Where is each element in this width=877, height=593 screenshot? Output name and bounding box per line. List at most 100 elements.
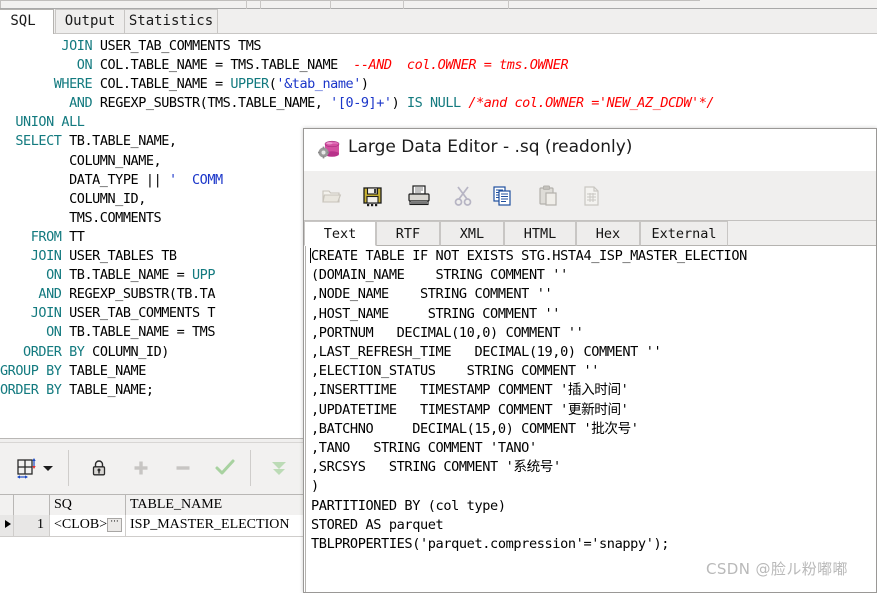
dialog-toolbar — [304, 171, 876, 221]
sql-token: USER_TAB_COMMENTS T — [61, 305, 215, 322]
dialog-titlebar[interactable]: Large Data Editor - .sq (readonly) — [304, 129, 876, 171]
sql-token: UPPER — [230, 76, 269, 93]
sql-token: TT — [61, 228, 85, 245]
sql-token: JOIN — [30, 305, 62, 322]
open-folder-icon — [318, 182, 346, 210]
sql-token: ' COMM — [168, 171, 223, 188]
tab-sql-label: SQL — [10, 13, 36, 29]
sql-token: JOIN — [61, 38, 93, 54]
dialog-tabbar: Text RTF XML HTML Hex External — [304, 221, 876, 246]
sql-token: TABLE_NAME; — [61, 381, 154, 398]
tab-sql[interactable]: SQL — [0, 9, 54, 34]
tab-external-label: External — [651, 226, 717, 242]
sql-token: GROUP BY — [0, 362, 62, 379]
sql-token: || — [145, 171, 162, 188]
plus-icon — [124, 451, 158, 485]
sql-token: UNION ALL — [15, 114, 85, 131]
sql-token: TMS.COMMENTS — [0, 209, 162, 226]
tab-hex[interactable]: Hex — [576, 221, 640, 246]
tab-text[interactable]: Text — [304, 221, 376, 246]
grid-header-table-name[interactable]: TABLE_NAME — [126, 495, 304, 515]
minus-icon — [166, 451, 200, 485]
tab-rtf-label: RTF — [395, 226, 421, 242]
toolbar-separator — [508, 0, 509, 9]
current-row-arrow-icon — [5, 520, 11, 528]
toolbar-separator — [250, 450, 251, 486]
sql-token: UPP — [191, 267, 216, 284]
tab-statistics-label: Statistics — [128, 13, 214, 29]
sql-token: ) — [360, 76, 369, 93]
tab-rtf[interactable]: RTF — [376, 221, 440, 246]
clipboard-icon — [534, 182, 562, 210]
scissors-icon — [449, 182, 477, 210]
sql-token: ON — [46, 324, 62, 341]
tab-text-label: Text — [323, 226, 357, 242]
sql-token: ORDER BY — [0, 381, 62, 398]
cell-expand-button[interactable]: ··· — [107, 518, 122, 532]
tab-html[interactable]: HTML — [504, 221, 576, 246]
editor-tabbar: SQL Output Statistics — [0, 9, 877, 34]
dialog-title: Large Data Editor - .sq (readonly) — [348, 137, 633, 157]
toolbar-separator — [403, 0, 404, 9]
save-floppy-icon[interactable] — [359, 182, 387, 210]
sql-token: ) — [391, 95, 407, 112]
sql-token: COLUMN_NAME, — [0, 152, 162, 169]
tab-statistics[interactable]: Statistics — [124, 9, 218, 34]
tab-hex-label: Hex — [595, 226, 621, 242]
row-number-cell: 1 — [14, 515, 50, 536]
printer-icon[interactable] — [405, 182, 433, 210]
toolbar-separator — [330, 0, 331, 9]
cell-sq[interactable]: <CLOB> ··· — [50, 515, 126, 536]
tab-output[interactable]: Output — [55, 9, 125, 34]
sql-token: USER_TABLES TB — [61, 248, 177, 265]
cell-sq-value: <CLOB> — [54, 517, 108, 532]
cell-table-name[interactable]: ISP_MASTER_ELECTION — [126, 515, 304, 536]
sql-token: ON — [46, 267, 62, 284]
toolbar-separator — [260, 0, 261, 9]
tab-xml-label: XML — [459, 226, 485, 242]
sql-token: TB.TABLE_NAME, — [61, 133, 177, 150]
sql-token: SELECT — [15, 133, 62, 150]
sql-token: '[0-9]+' — [330, 95, 392, 112]
lock-icon[interactable] — [82, 451, 116, 485]
toolbar-separator — [246, 0, 247, 9]
grid-header-indicator — [0, 495, 14, 515]
sql-token: AND — [38, 286, 62, 303]
grid-header-sq[interactable]: SQ — [50, 495, 126, 515]
sql-token: --AND col.OWNER = tms.OWNER — [353, 57, 569, 74]
database-gear-icon — [317, 139, 342, 161]
sql-token: COLUMN_ID, — [0, 190, 146, 207]
tab-external[interactable]: External — [640, 221, 728, 246]
sql-token: DATA_TYPE — [0, 171, 146, 188]
check-icon — [208, 451, 242, 485]
dialog-ddl-text[interactable]: CREATE TABLE IF NOT EXISTS STG.HSTA4_ISP… — [311, 247, 747, 554]
sql-token: REGEXP_SUBSTR(TMS.TABLE_NAME, — [92, 95, 331, 112]
copy-pages-icon[interactable] — [489, 182, 517, 210]
sql-token: USER_TAB_COMMENTS TMS — [92, 38, 262, 54]
tab-xml[interactable]: XML — [440, 221, 504, 246]
toolbar-separator — [68, 450, 69, 486]
export-sheet-icon — [578, 182, 606, 210]
sql-token: WHERE — [53, 76, 93, 93]
dialog-text-area[interactable]: CREATE TABLE IF NOT EXISTS STG.HSTA4_ISP… — [305, 246, 875, 592]
sql-token: JOIN — [30, 248, 62, 265]
sql-token: COLUMN_ID) — [84, 343, 169, 360]
sql-token: ORDER BY — [23, 343, 85, 360]
sql-token: TB.TABLE_NAME = — [61, 267, 192, 284]
sql-token: ON — [76, 57, 93, 74]
large-data-editor-dialog[interactable]: Large Data Editor - .sq (readonly) Text … — [303, 128, 877, 593]
sql-token: FROM — [30, 228, 62, 245]
chevron-down-icon[interactable] — [38, 451, 58, 485]
